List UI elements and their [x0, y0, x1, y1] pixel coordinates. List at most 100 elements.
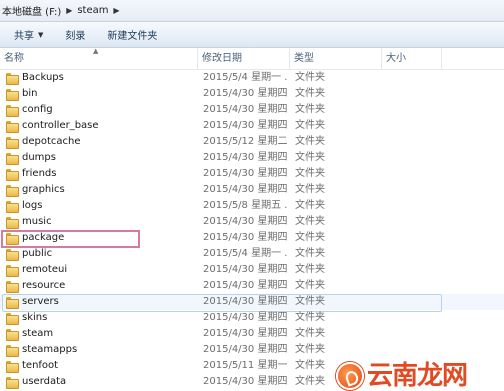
file-type: 文件夹 [295, 280, 325, 291]
folder-icon [6, 89, 19, 101]
file-type: 文件夹 [295, 120, 325, 131]
file-row[interactable]: depotcache 2015/5/12 星期二 ... 文件夹 [0, 134, 504, 150]
file-size [387, 166, 442, 182]
file-type: 文件夹 [295, 232, 325, 243]
folder-icon [6, 169, 19, 181]
command-bar: 共享 ▼ 刻录 新建文件夹 [0, 22, 504, 48]
file-name: userdata [22, 376, 67, 387]
share-button[interactable]: 共享 ▼ [14, 22, 43, 47]
file-name: steam [22, 328, 54, 339]
file-name: skins [22, 312, 48, 323]
file-type: 文件夹 [295, 248, 325, 259]
file-date: 2015/5/4 星期一 ... [203, 248, 287, 259]
breadcrumb-folder[interactable]: steam [77, 5, 108, 16]
chevron-right-icon[interactable]: ▶ [108, 6, 124, 15]
file-size [387, 214, 442, 230]
file-size [387, 310, 442, 326]
file-type: 文件夹 [295, 328, 325, 339]
folder-icon [6, 201, 19, 213]
file-row[interactable]: graphics 2015/4/30 星期四 ... 文件夹 [0, 182, 504, 198]
file-size [387, 278, 442, 294]
file-row[interactable]: logs 2015/5/8 星期五 ... 文件夹 [0, 198, 504, 214]
column-header-name[interactable]: 名称 ▲ [0, 47, 198, 70]
file-name: friends [22, 168, 57, 179]
folder-icon [6, 297, 19, 309]
file-date: 2015/4/30 星期四 ... [203, 216, 287, 227]
file-row[interactable]: bin 2015/4/30 星期四 ... 文件夹 [0, 86, 504, 102]
file-type: 文件夹 [295, 344, 325, 355]
file-row[interactable]: public 2015/5/4 星期一 ... 文件夹 [0, 246, 504, 262]
watermark-logo-icon [336, 361, 364, 390]
file-row[interactable]: config 2015/4/30 星期四 ... 文件夹 [0, 102, 504, 118]
explorer-window: 本地磁盘 (F:) ▶ steam ▶ 共享 ▼ 刻录 新建文件夹 名称 ▲ 修… [0, 0, 504, 391]
new-folder-button-label: 新建文件夹 [107, 31, 158, 42]
folder-icon [6, 73, 19, 85]
file-date: 2015/4/30 星期四 ... [203, 280, 287, 291]
file-row[interactable]: Backups 2015/5/4 星期一 ... 文件夹 [0, 70, 504, 86]
column-header-date-label: 修改日期 [202, 53, 242, 64]
watermark: 云南龙网 [336, 360, 502, 391]
file-name: music [22, 216, 52, 227]
file-date: 2015/4/30 星期四 ... [203, 328, 287, 339]
folder-icon [6, 377, 19, 389]
file-size [387, 342, 442, 358]
file-name: bin [22, 88, 38, 99]
file-row[interactable]: steamapps 2015/4/30 星期四 ... 文件夹 [0, 342, 504, 358]
address-bar[interactable]: 本地磁盘 (F:) ▶ steam ▶ [0, 0, 504, 22]
file-row[interactable]: dumps 2015/4/30 星期四 ... 文件夹 [0, 150, 504, 166]
folder-icon [6, 185, 19, 197]
share-button-label: 共享 [14, 31, 34, 42]
column-header-type[interactable]: 类型 [290, 48, 382, 70]
file-name: depotcache [22, 136, 81, 147]
caret-down-icon: ▼ [38, 30, 44, 39]
file-name: dumps [22, 152, 56, 163]
new-folder-button[interactable]: 新建文件夹 [107, 22, 157, 47]
column-header-size-label: 大小 [386, 53, 406, 64]
file-date: 2015/4/30 星期四 ... [203, 88, 287, 99]
burn-button-label: 刻录 [65, 31, 86, 42]
column-header-name-label: 名称 [4, 53, 24, 64]
file-size [387, 150, 442, 166]
file-row[interactable]: controller_base 2015/4/30 星期四 ... 文件夹 [0, 118, 504, 134]
file-row[interactable]: skins 2015/4/30 星期四 ... 文件夹 [0, 310, 504, 326]
file-type: 文件夹 [295, 184, 325, 195]
file-type: 文件夹 [295, 216, 325, 227]
file-date: 2015/4/30 星期四 ... [203, 168, 287, 179]
file-date: 2015/5/11 星期一 ... [203, 360, 287, 371]
file-size [387, 230, 442, 246]
column-header-size[interactable]: 大小 [382, 48, 442, 70]
file-size [387, 262, 442, 278]
file-date: 2015/4/30 星期四 ... [203, 120, 287, 131]
file-row[interactable]: remoteui 2015/4/30 星期四 ... 文件夹 [0, 262, 504, 278]
column-header: 名称 ▲ 修改日期 类型 大小 [0, 47, 504, 70]
file-name: servers [22, 296, 59, 307]
file-type: 文件夹 [295, 136, 325, 147]
folder-icon [6, 121, 19, 133]
file-row[interactable]: resource 2015/4/30 星期四 ... 文件夹 [0, 278, 504, 294]
file-size [387, 102, 442, 118]
file-size [387, 182, 442, 198]
file-row[interactable]: friends 2015/4/30 星期四 ... 文件夹 [0, 166, 504, 182]
file-date: 2015/4/30 星期四 ... [203, 184, 287, 195]
file-row[interactable]: servers 2015/4/30 星期四 ... 文件夹 [0, 294, 504, 312]
file-size [387, 294, 442, 310]
folder-icon [6, 313, 19, 325]
file-type: 文件夹 [295, 152, 325, 163]
file-type: 文件夹 [295, 200, 325, 211]
file-row[interactable]: steam 2015/4/30 星期四 ... 文件夹 [0, 326, 504, 342]
file-date: 2015/4/30 星期四 ... [203, 104, 287, 115]
file-date: 2015/4/30 星期四 ... [203, 264, 287, 275]
column-header-date[interactable]: 修改日期 [198, 48, 290, 70]
burn-button[interactable]: 刻录 [65, 22, 85, 47]
file-name: resource [22, 280, 66, 291]
file-name: tenfoot [22, 360, 59, 371]
file-type: 文件夹 [295, 312, 325, 323]
watermark-text: 云南龙网 [367, 360, 468, 391]
file-date: 2015/4/30 星期四 ... [203, 312, 287, 323]
chevron-right-icon[interactable]: ▶ [61, 6, 77, 15]
file-size [387, 134, 442, 150]
sort-ascending-icon: ▲ [93, 47, 99, 55]
file-size [387, 326, 442, 342]
breadcrumb-drive[interactable]: 本地磁盘 (F:) [2, 3, 61, 18]
file-row[interactable]: music 2015/4/30 星期四 ... 文件夹 [0, 214, 504, 230]
